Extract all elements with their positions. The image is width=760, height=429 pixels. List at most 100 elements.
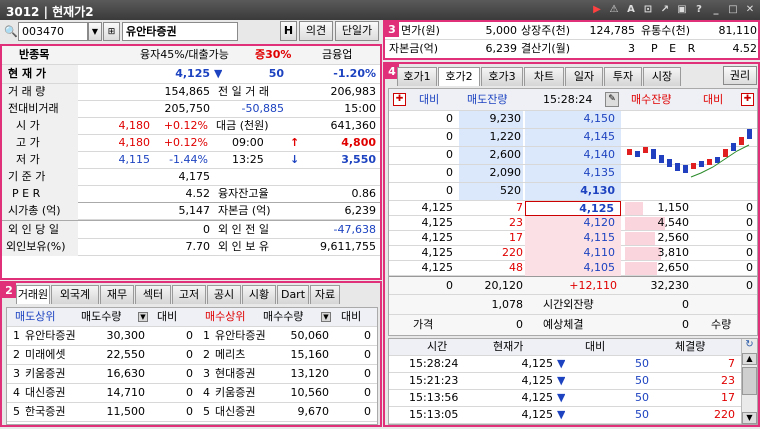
buy-diff-header: 대비 (341, 310, 362, 323)
scroll-down-icon[interactable]: ▼ (742, 412, 757, 424)
new-window-icon[interactable]: ↗ (659, 3, 671, 16)
vs-prev-volume: 205,750 (164, 102, 211, 115)
tab-quote1[interactable]: 호가1 (397, 67, 437, 86)
tools-icon[interactable]: ✎ (605, 92, 619, 107)
par-value: 5,000 (485, 24, 518, 37)
candle-mark (707, 159, 712, 165)
buy-qty: 13,120 (290, 367, 330, 380)
buy-broker-name: 메리츠 (215, 348, 246, 361)
tab-investor[interactable]: 투자 (604, 67, 642, 86)
sell-broker-name: 한국증권 (25, 405, 66, 418)
tab-finance[interactable]: 재무 (100, 285, 134, 304)
foreign-hold: 9,611,755 (320, 240, 376, 253)
tab-highlow[interactable]: 고저 (172, 285, 206, 304)
stock-name-field: 유안타증권 (122, 22, 238, 41)
scroll-up-icon[interactable]: ▲ (742, 353, 757, 365)
buy-rank: 1 (203, 329, 210, 342)
expect-qty-label: 수량 (711, 318, 732, 331)
tick-time: 15:13:56 (409, 391, 459, 404)
buy-qty: 10,560 (290, 386, 330, 399)
sell-qty-header: 매도수량 (81, 310, 122, 323)
tab-broker[interactable]: 거래원 (16, 285, 50, 304)
diff-right-header: 대비 (703, 93, 724, 106)
tick-time-header: 시간 (427, 340, 448, 353)
lock-icon[interactable]: A (625, 3, 637, 16)
alert-icon[interactable]: ⚠ (608, 3, 620, 16)
single-price-button[interactable]: 단일가 (335, 21, 379, 41)
title-bar: 3012 | 현재가2 ▶ ⚠ A ⊡ ↗ ▣ ? _ □ ✕ (0, 0, 760, 20)
play-icon[interactable]: ▶ (591, 3, 603, 16)
bid-left-price: 4,125 (421, 216, 454, 229)
tick-row[interactable]: 15:28:24 4,125 ▼ 50 7 (389, 356, 757, 373)
tab-foreign[interactable]: 외국계 (51, 285, 99, 304)
sell-rank: 5 (13, 405, 20, 418)
industry-flag: 금융업 (322, 48, 353, 61)
sell-diff-header: 대비 (157, 310, 178, 323)
scroll-thumb[interactable] (742, 367, 757, 395)
tab-sector[interactable]: 섹터 (135, 285, 171, 304)
tab-quote2[interactable]: 호가2 (438, 67, 480, 86)
capital-label: 자본금 (억) (218, 204, 271, 217)
bid-qty: 2,560 (657, 231, 690, 244)
left-expand-icon[interactable]: ✚ (393, 93, 406, 106)
ask-diff: 0 (446, 166, 453, 179)
right-expand-icon[interactable]: ✚ (741, 93, 754, 106)
table-row[interactable]: 5 한국증권 11,500 0 5 대신증권 9,670 0 (7, 403, 377, 422)
tab-quote3[interactable]: 호가3 (481, 67, 523, 86)
tab-disclosure[interactable]: 공시 (207, 285, 241, 304)
buy-top-header: 매수상위 (205, 310, 246, 323)
ticks-scrollbar[interactable]: ↻ ▲ ▼ (741, 339, 757, 424)
table-row[interactable]: 2 미래에셋 22,550 0 2 메리츠 15,160 0 (7, 346, 377, 365)
sell-qty-sort-icon[interactable]: ▼ (138, 312, 148, 322)
h-button[interactable]: H (280, 21, 297, 41)
tab-market-info[interactable]: 시장 (643, 67, 681, 86)
sell-rank: 3 (13, 367, 20, 380)
code-search-button[interactable]: ⊞ (103, 22, 120, 41)
tick-row[interactable]: 15:21:23 4,125 ▼ 50 23 (389, 373, 757, 390)
tab-daily[interactable]: 일자 (565, 67, 603, 86)
bid-row[interactable]: 4,125 7 4,125 1,150 0 (389, 201, 757, 216)
base-price: 4,175 (178, 170, 211, 183)
bid-row[interactable]: 4,125 17 4,115 2,560 0 (389, 231, 757, 246)
tick-diff: 50 (635, 374, 649, 387)
buy-qty-sort-icon[interactable]: ▼ (321, 312, 331, 322)
bid-row[interactable]: 4,125 220 4,110 3,810 0 (389, 246, 757, 261)
maximize-icon[interactable]: □ (727, 3, 739, 16)
minimize-icon[interactable]: _ (710, 3, 722, 16)
table-row[interactable]: 4 대신증권 14,710 0 4 키움증권 10,560 0 (7, 384, 377, 403)
bid-row[interactable]: 4,125 48 4,105 2,650 0 (389, 261, 757, 276)
tick-time: 15:28:24 (409, 357, 459, 370)
tick-price: 4,125 (521, 357, 554, 370)
pin-icon[interactable]: ⊡ (642, 3, 654, 16)
bid-qty: 1,150 (657, 201, 690, 214)
bid-left-qty: 7 (516, 201, 523, 214)
sell-diff: 0 (186, 405, 193, 418)
tick-price: 4,125 (521, 391, 554, 404)
tick-time: 15:21:23 (409, 374, 459, 387)
search-icon[interactable]: 🔍 (4, 25, 18, 38)
buy-broker-name: 키움증권 (215, 386, 256, 399)
opinion-button[interactable]: 의견 (299, 21, 333, 41)
rights-button[interactable]: 권리 (723, 66, 757, 85)
close-icon[interactable]: ✕ (744, 3, 756, 16)
bid-row[interactable]: 4,125 23 4,120 4,540 0 (389, 216, 757, 231)
code-dropdown-button[interactable]: ▼ (88, 22, 102, 41)
help-icon[interactable]: ? (693, 3, 705, 16)
tab-market[interactable]: 시황 (242, 285, 276, 304)
panel-badge-2: 2 (2, 283, 16, 298)
table-row[interactable]: 1 유안타증권 30,300 0 1 유안타증권 50,060 0 (7, 327, 377, 346)
buy-broker-name: 대신증권 (215, 405, 256, 418)
tab-data[interactable]: 자료 (310, 285, 340, 304)
tick-row[interactable]: 15:13:05 4,125 ▼ 50 220 (389, 407, 757, 424)
sell-qty: 11,500 (106, 405, 146, 418)
table-row[interactable]: 3 키움증권 16,630 0 3 현대증권 13,120 0 (7, 365, 377, 384)
tick-row[interactable]: 15:13:56 4,125 ▼ 50 17 (389, 390, 757, 407)
foreign-prev-label: 외 인 전 일 (218, 223, 269, 236)
copy-icon[interactable]: ▣ (676, 3, 688, 16)
stock-code-input[interactable]: 003470 (18, 22, 88, 41)
low-time: 13:25 (232, 153, 264, 166)
total-ask: 20,120 (484, 279, 524, 292)
tab-dart[interactable]: Dart (277, 285, 309, 304)
refresh-icon[interactable]: ↻ (742, 339, 757, 353)
tab-chart[interactable]: 차트 (524, 67, 564, 86)
